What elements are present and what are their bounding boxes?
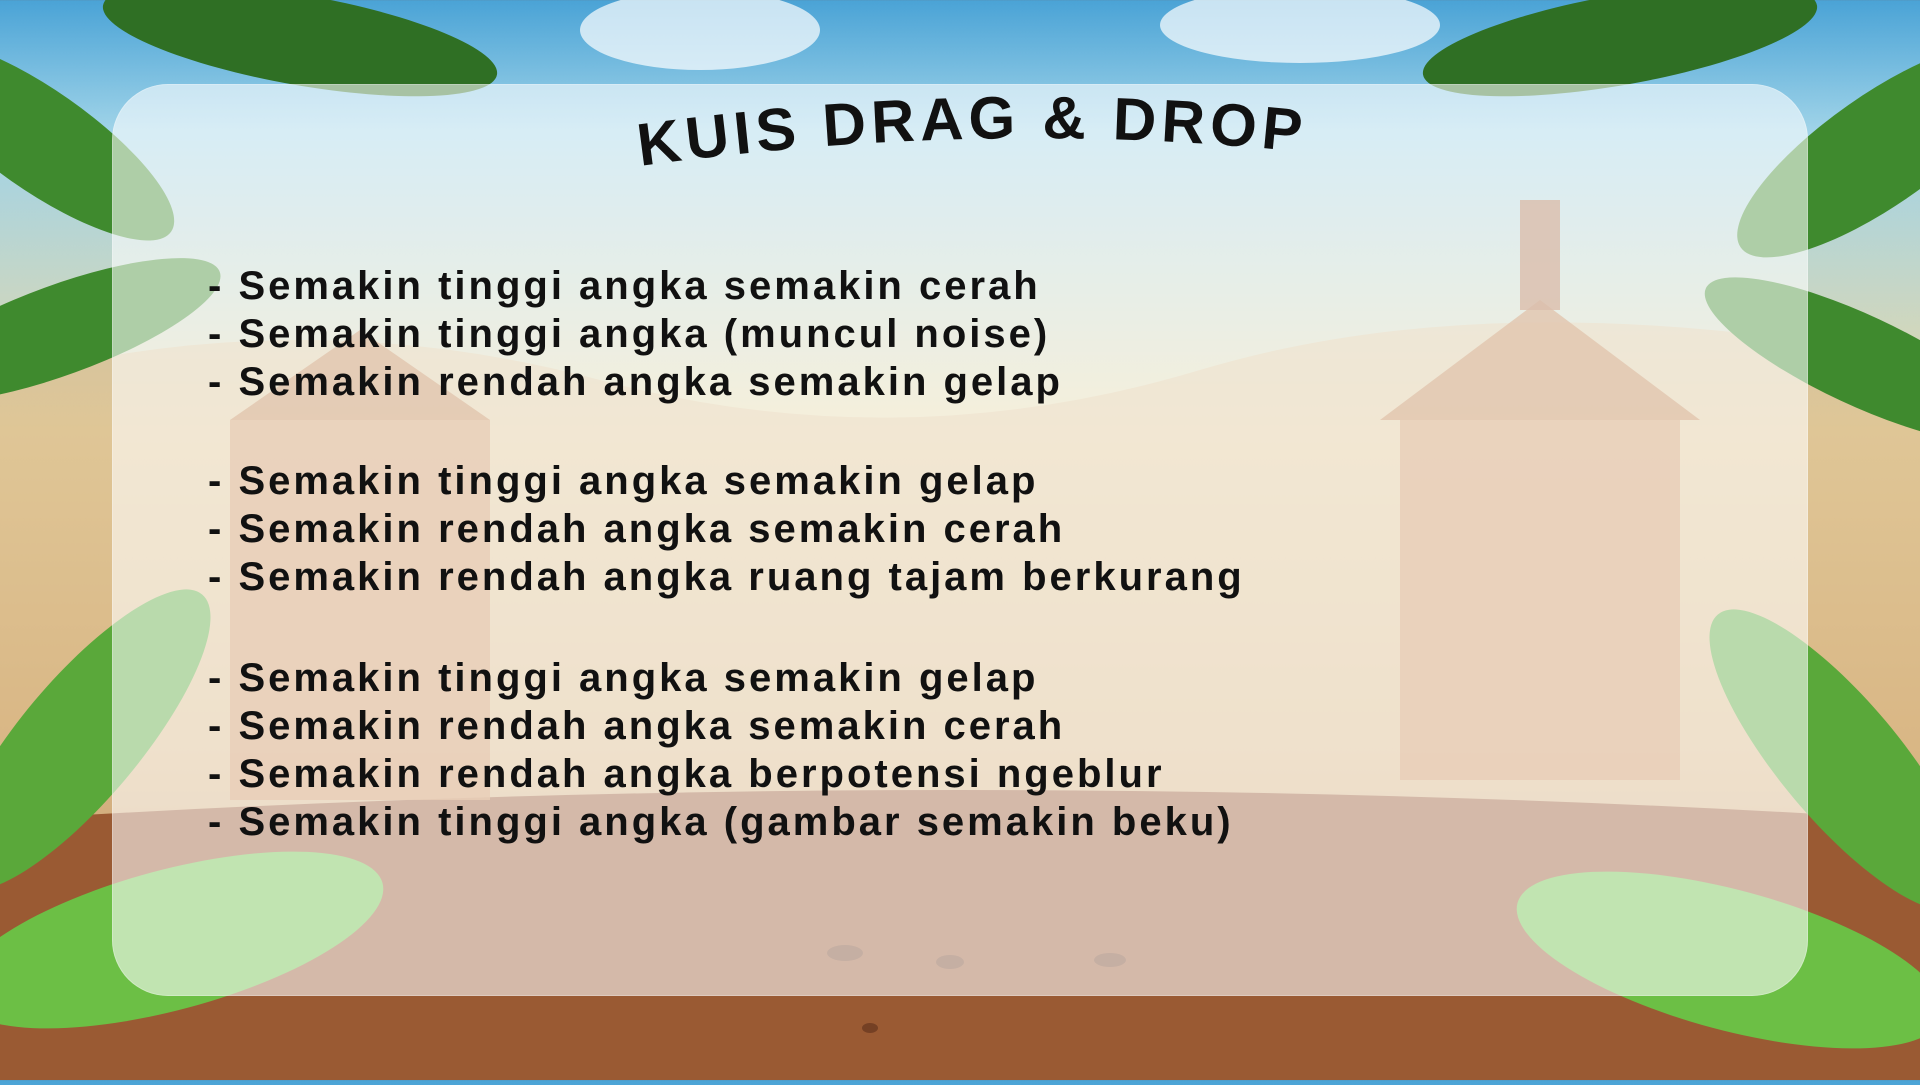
statement-item[interactable]: Semakin rendah angka semakin gelap <box>208 358 1063 406</box>
statement-item[interactable]: Semakin rendah angka semakin cerah <box>208 702 1234 750</box>
statement-item[interactable]: Semakin tinggi angka semakin gelap <box>208 457 1245 505</box>
statement-item[interactable]: Semakin rendah angka ruang tajam berkura… <box>208 553 1245 601</box>
svg-text:KUIS DRAG & DROP: KUIS DRAG & DROP <box>633 86 1310 179</box>
statement-item[interactable]: Semakin tinggi angka (gambar semakin bek… <box>208 798 1234 846</box>
statement-group-1: Semakin tinggi angka semakin cerah Semak… <box>208 262 1063 406</box>
page-title: KUIS DRAG & DROP <box>633 84 1305 179</box>
title-arc: KUIS DRAG & DROP <box>633 84 1310 179</box>
statement-item[interactable]: Semakin tinggi angka (muncul noise) <box>208 310 1063 358</box>
statement-group-2: Semakin tinggi angka semakin gelap Semak… <box>208 457 1245 601</box>
title-banner: KUIS DRAG & DROP <box>0 84 1920 196</box>
statement-item[interactable]: Semakin tinggi angka semakin cerah <box>208 262 1063 310</box>
statement-item[interactable]: Semakin rendah angka semakin cerah <box>208 505 1245 553</box>
statement-item[interactable]: Semakin rendah angka berpotensi ngeblur <box>208 750 1234 798</box>
statement-item[interactable]: Semakin tinggi angka semakin gelap <box>208 654 1234 702</box>
statement-group-3: Semakin tinggi angka semakin gelap Semak… <box>208 654 1234 846</box>
